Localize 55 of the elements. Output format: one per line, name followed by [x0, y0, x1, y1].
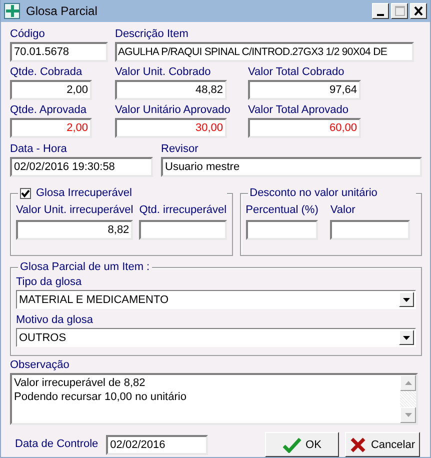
- field-label: Valor Total Aprovado: [248, 103, 350, 118]
- field-label: Percentual (%): [246, 203, 318, 218]
- arrow-down-icon: [404, 413, 412, 417]
- close-button[interactable]: [410, 3, 427, 19]
- scroll-up-button[interactable]: [400, 375, 416, 391]
- group-title: Glosa Parcial de um Item :: [20, 260, 150, 275]
- text-field[interactable]: 30,00: [115, 118, 227, 138]
- field-label: Qtde. Aprovada: [10, 103, 88, 118]
- field-label: Qtde. Cobrada: [10, 65, 84, 80]
- group-title: Glosa Irrecuperável: [36, 186, 132, 201]
- text-field[interactable]: 2,00: [10, 80, 92, 100]
- checkbox[interactable]: [20, 188, 31, 199]
- window-title: Glosa Parcial: [26, 4, 98, 18]
- field-label: Valor Unit. irrecuperável: [16, 203, 134, 218]
- field-label: Valor Total Cobrado: [248, 65, 346, 80]
- field-label: Qtd. irrecuperável: [139, 203, 227, 218]
- scrollbar[interactable]: [400, 375, 416, 423]
- scroll-down-button[interactable]: [400, 407, 416, 423]
- close-icon: [414, 6, 423, 16]
- text-field[interactable]: 8,82: [16, 220, 134, 240]
- dropdown[interactable]: OUTROS: [16, 328, 416, 347]
- text-field[interactable]: [246, 220, 318, 240]
- text-field[interactable]: 48,82: [115, 80, 227, 100]
- text-field[interactable]: 2,00: [10, 118, 92, 138]
- text-field[interactable]: 70.01.5678: [10, 42, 108, 62]
- field-label: Revisor: [161, 142, 200, 157]
- arrow-up-icon: [404, 381, 412, 385]
- memo-text[interactable]: Valor irrecuperável de 8,82 Podendo recursar 10,00 no unitário: [12, 375, 400, 423]
- field-label: Valor Unit. Cobrado: [115, 65, 212, 80]
- dropdown[interactable]: MATERIAL E MEDICAMENTO: [16, 290, 416, 309]
- text-field[interactable]: 60,00: [248, 118, 361, 138]
- field-label: Data - Hora: [10, 142, 68, 157]
- field-label: Código: [10, 27, 46, 42]
- field-label: Observação: [10, 358, 70, 373]
- field-label: Tipo da glosa: [16, 275, 83, 290]
- group-title: Desconto no valor unitário: [250, 186, 378, 201]
- text-field[interactable]: [139, 220, 227, 240]
- ok-button[interactable]: OK: [265, 432, 339, 457]
- maximize-icon: [394, 6, 404, 16]
- field-label: Data de Controle: [15, 437, 98, 452]
- text-field[interactable]: 02/02/2016 19:30:58: [10, 157, 153, 177]
- field-label: Valor: [330, 203, 356, 218]
- check-icon: [282, 436, 301, 452]
- field-label: Motivo da glosa: [16, 313, 94, 328]
- minimize-button[interactable]: [372, 3, 389, 19]
- field-label: Descrição Item: [115, 27, 190, 42]
- minimize-icon: [377, 14, 384, 16]
- text-field[interactable]: Usuario mestre: [161, 157, 422, 177]
- plus-icon: [4, 3, 20, 19]
- text-field[interactable]: 97,64: [248, 80, 361, 100]
- cancel-button[interactable]: Cancelar: [345, 432, 420, 457]
- text-field[interactable]: AGULHA P/RAQUI SPINAL C/INTROD.27GX3 1/2 90X04 DE: [115, 42, 414, 62]
- date-field[interactable]: 02/02/2016: [106, 434, 208, 454]
- text-field[interactable]: [330, 220, 410, 240]
- cross-icon: [350, 436, 366, 452]
